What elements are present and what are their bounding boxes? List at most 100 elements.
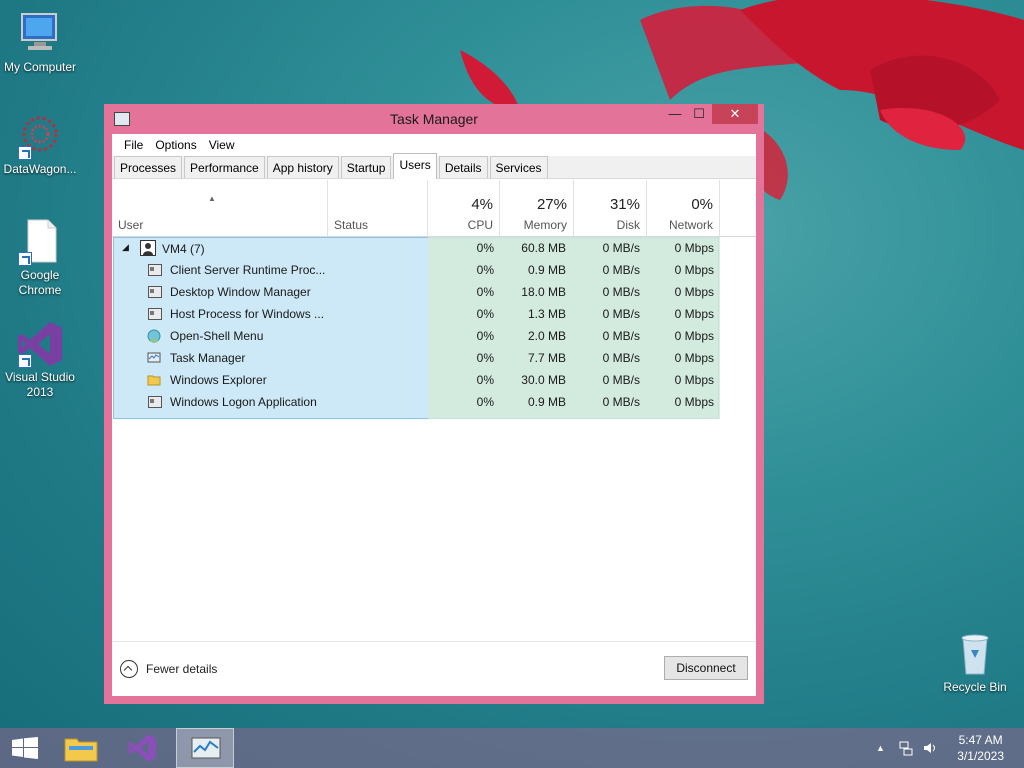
desktop-icon-label: Google Chrome: [18, 268, 62, 297]
tab-details[interactable]: Details: [438, 156, 488, 178]
process-name: Task Manager: [170, 351, 246, 365]
desktop-icon-label: Visual Studio 2013: [5, 370, 75, 399]
column-header-status[interactable]: Status: [328, 180, 428, 236]
cell-memory: 0.9 MB: [527, 395, 566, 409]
process-row[interactable]: Windows Logon Application 0% 0.9 MB 0 MB…: [112, 391, 718, 413]
cell-memory: 2.0 MB: [527, 329, 566, 343]
volume-icon[interactable]: [922, 740, 938, 756]
desktop-icon-recycle-bin[interactable]: Recycle Bin: [935, 630, 1015, 695]
cell-memory: 60.8 MB: [521, 241, 566, 255]
shortcut-arrow-icon: [18, 252, 32, 266]
chevron-up-circle-icon: [120, 660, 138, 678]
app-window-icon: [148, 308, 162, 320]
cell-memory: 18.0 MB: [521, 285, 566, 299]
cell-cpu: 0%: [476, 351, 494, 365]
desktop-icon-google-chrome[interactable]: Google Chrome: [0, 218, 80, 298]
process-name: Desktop Window Manager: [170, 285, 311, 299]
cell-network: 0 Mbps: [674, 241, 714, 255]
process-row[interactable]: Desktop Window Manager 0% 18.0 MB 0 MB/s…: [112, 281, 718, 303]
title-bar[interactable]: Task Manager — ☐ ✕: [104, 104, 764, 132]
task-manager-icon: [191, 737, 221, 759]
column-header-disk[interactable]: 31% Disk: [574, 180, 647, 236]
cell-memory: 0.9 MB: [527, 263, 566, 277]
process-row[interactable]: Task Manager 0% 7.7 MB 0 MB/s 0 Mbps: [112, 347, 718, 369]
menu-options[interactable]: Options: [149, 134, 202, 156]
tab-performance[interactable]: Performance: [184, 156, 265, 178]
desktop-icon-datawagon[interactable]: DataWagon...: [0, 112, 80, 177]
desktop-icon-visual-studio[interactable]: Visual Studio 2013: [0, 320, 80, 400]
process-name: Windows Logon Application: [170, 395, 317, 409]
cell-network: 0 Mbps: [674, 263, 714, 277]
process-row[interactable]: Host Process for Windows ... 0% 1.3 MB 0…: [112, 303, 718, 325]
recycle-bin-icon: [961, 634, 989, 675]
column-header-cpu[interactable]: 4% CPU: [428, 180, 500, 236]
cell-cpu: 0%: [476, 263, 494, 277]
process-row[interactable]: Windows Explorer 0% 30.0 MB 0 MB/s 0 Mbp…: [112, 369, 718, 391]
task-manager-icon: [147, 352, 161, 363]
folder-icon: [147, 375, 161, 386]
taskbar-task-manager[interactable]: [176, 728, 234, 768]
shortcut-arrow-icon: [18, 354, 32, 368]
cell-disk: 0 MB/s: [602, 373, 640, 387]
cell-cpu: 0%: [476, 307, 494, 321]
sort-ascending-icon: ▲: [208, 194, 216, 203]
cell-disk: 0 MB/s: [602, 395, 640, 409]
close-button[interactable]: ✕: [712, 104, 758, 124]
task-manager-window: Task Manager — ☐ ✕ File Options View Pro…: [104, 104, 764, 704]
tab-services[interactable]: Services: [489, 156, 548, 178]
users-grid: ▲ User Status 4% CPU 27% Memory 31% Disk: [112, 180, 756, 642]
column-header-network[interactable]: 0% Network: [647, 180, 720, 236]
folder-icon: [64, 738, 98, 762]
cell-cpu: 0%: [476, 241, 494, 255]
column-header-user[interactable]: ▲ User: [112, 180, 328, 236]
process-name: Windows Explorer: [170, 373, 267, 387]
start-button[interactable]: [0, 728, 56, 768]
cell-memory: 7.7 MB: [527, 351, 566, 365]
maximize-button[interactable]: ☐: [684, 104, 714, 124]
tab-processes[interactable]: Processes: [114, 156, 183, 178]
cell-cpu: 0%: [476, 395, 494, 409]
desktop-icon-label: Recycle Bin: [943, 680, 1007, 694]
cell-cpu: 0%: [476, 285, 494, 299]
user-name: VM4 (7): [162, 242, 205, 256]
cell-disk: 0 MB/s: [602, 241, 640, 255]
menu-file[interactable]: File: [118, 134, 149, 156]
open-shell-icon: [147, 329, 161, 343]
tab-users[interactable]: Users: [393, 153, 437, 179]
cell-network: 0 Mbps: [674, 285, 714, 299]
disconnect-button[interactable]: Disconnect: [664, 656, 748, 680]
system-clock[interactable]: 5:47 AM 3/1/2023: [957, 732, 1004, 764]
cell-network: 0 Mbps: [674, 351, 714, 365]
user-avatar-icon: [140, 240, 156, 256]
footer-bar: Fewer details Disconnect: [112, 641, 756, 696]
app-window-icon: [148, 286, 162, 298]
desktop-icon-my-computer[interactable]: My Computer: [0, 10, 80, 75]
network-icon[interactable]: [898, 740, 914, 756]
cell-disk: 0 MB/s: [602, 351, 640, 365]
tab-startup[interactable]: Startup: [340, 156, 392, 178]
taskbar-file-explorer[interactable]: [54, 728, 110, 768]
column-header-memory[interactable]: 27% Memory: [500, 180, 574, 236]
cell-network: 0 Mbps: [674, 329, 714, 343]
process-name: Host Process for Windows ...: [170, 307, 325, 321]
menu-view[interactable]: View: [203, 134, 241, 156]
app-window-icon: [148, 396, 162, 408]
cell-network: 0 Mbps: [674, 395, 714, 409]
process-row[interactable]: Open-Shell Menu 0% 2.0 MB 0 MB/s 0 Mbps: [112, 325, 718, 347]
visual-studio-icon: [128, 734, 156, 762]
process-row[interactable]: Client Server Runtime Proc... 0% 0.9 MB …: [112, 259, 718, 281]
tab-app-history[interactable]: App history: [266, 156, 339, 178]
clock-time: 5:47 AM: [958, 733, 1003, 747]
collapse-arrow-icon[interactable]: ◢: [122, 242, 129, 253]
grid-rows: ◢ VM4 (7) 0% 60.8 MB 0 MB/s 0 Mbps Clien…: [112, 237, 718, 413]
process-name: Open-Shell Menu: [170, 329, 264, 343]
taskbar-visual-studio[interactable]: [114, 728, 170, 768]
windows-logo-icon: [12, 737, 38, 759]
grid-header: ▲ User Status 4% CPU 27% Memory 31% Disk: [112, 180, 756, 237]
taskbar: ▲ 5:47 AM 3/1/2023: [0, 728, 1024, 768]
show-hidden-icons-arrow[interactable]: ▲: [876, 743, 885, 753]
fewer-details-link[interactable]: Fewer details: [120, 660, 217, 678]
computer-icon: [21, 13, 57, 50]
user-row[interactable]: ◢ VM4 (7) 0% 60.8 MB 0 MB/s 0 Mbps: [112, 237, 718, 259]
cell-disk: 0 MB/s: [602, 307, 640, 321]
